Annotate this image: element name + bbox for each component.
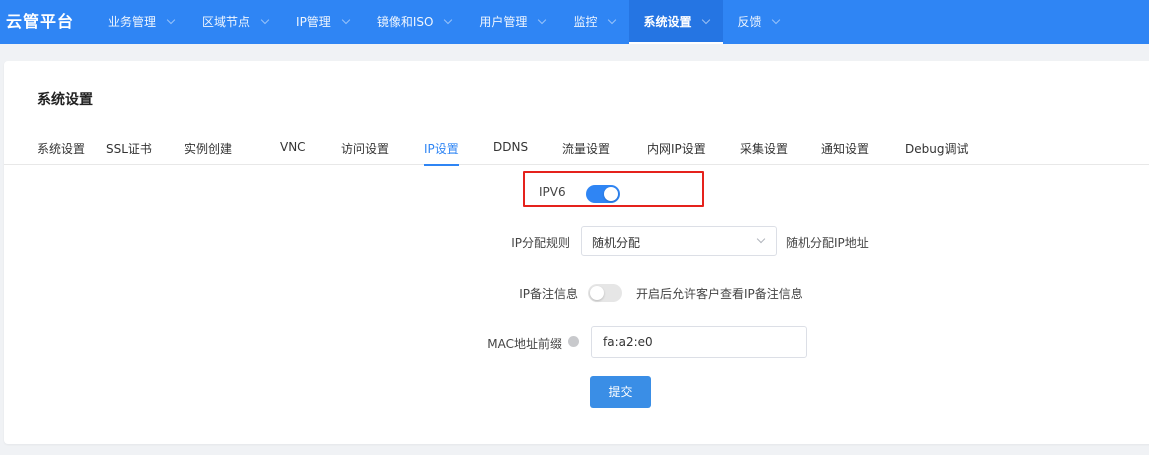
ipv6-label: IPV6 xyxy=(539,185,566,199)
chevron-down-icon xyxy=(608,15,617,25)
mac-prefix-input[interactable]: fa:a2:e0 xyxy=(591,326,807,358)
tab-access-settings[interactable]: 访问设置 xyxy=(341,140,389,165)
ip-remark-toggle[interactable] xyxy=(588,284,622,302)
mac-prefix-value: fa:a2:e0 xyxy=(603,335,653,349)
toggle-knob xyxy=(604,187,618,201)
tab-system-settings[interactable]: 系统设置 xyxy=(37,140,85,165)
chevron-down-icon xyxy=(444,15,453,25)
nav-item-user-management[interactable]: 用户管理 xyxy=(465,0,559,44)
brand-logo[interactable]: 云管平台 xyxy=(0,0,94,44)
ip-remark-hint: 开启后允许客户查看IP备注信息 xyxy=(636,287,803,301)
settings-tabs: 系统设置 SSL证书 实例创建 VNC 访问设置 IP设置 DDNS 流量设置 … xyxy=(4,135,1149,166)
ip-remark-label: IP备注信息 xyxy=(519,287,578,301)
nav-item-label: 用户管理 xyxy=(479,15,528,29)
nav-item-business[interactable]: 业务管理 xyxy=(94,0,188,44)
tab-debug[interactable]: Debug调试 xyxy=(905,140,968,165)
nav-item-images-iso[interactable]: 镜像和ISO xyxy=(363,0,466,44)
ip-rule-select[interactable]: 随机分配 xyxy=(581,226,777,256)
chevron-down-icon xyxy=(166,15,176,25)
tab-notification-settings[interactable]: 通知设置 xyxy=(821,140,869,165)
settings-card: 系统设置 系统设置 SSL证书 实例创建 VNC 访问设置 IP设置 DDNS … xyxy=(4,61,1149,444)
nav-item-label: 区域节点 xyxy=(202,15,251,29)
nav-item-label: 系统设置 xyxy=(643,15,692,29)
tab-vnc[interactable]: VNC xyxy=(280,140,306,165)
chevron-down-icon xyxy=(341,15,351,25)
toggle-knob xyxy=(590,286,604,300)
page-title: 系统设置 xyxy=(37,92,93,108)
nav-item-ip-management[interactable]: IP管理 xyxy=(282,0,363,44)
tab-traffic-settings[interactable]: 流量设置 xyxy=(562,140,610,165)
mac-prefix-label: MAC地址前缀 xyxy=(487,337,562,351)
chevron-down-icon xyxy=(772,15,781,25)
submit-button[interactable]: 提交 xyxy=(590,376,651,408)
nav-item-system-settings[interactable]: 系统设置 xyxy=(629,0,724,44)
top-navbar: 云管平台 业务管理 区域节点 IP管理 镜像和ISO 用户管理 监控 系统设置 … xyxy=(0,0,1149,44)
nav-item-label: IP管理 xyxy=(296,15,331,29)
nav-item-region-nodes[interactable]: 区域节点 xyxy=(188,0,282,44)
info-icon[interactable] xyxy=(568,336,579,347)
chevron-down-icon xyxy=(260,15,270,25)
tab-ddns[interactable]: DDNS xyxy=(493,140,528,165)
chevron-down-icon xyxy=(702,15,711,25)
nav-item-monitoring[interactable]: 监控 xyxy=(559,0,629,44)
chevron-down-icon xyxy=(538,15,547,25)
nav-item-label: 监控 xyxy=(573,15,598,29)
ip-rule-value: 随机分配 xyxy=(592,236,641,250)
ip-rule-label: IP分配规则 xyxy=(511,236,570,250)
tab-instance-creation[interactable]: 实例创建 xyxy=(184,140,232,165)
nav-item-feedback[interactable]: 反馈 xyxy=(723,0,793,44)
ipv6-toggle[interactable] xyxy=(586,185,620,203)
tab-ip-settings[interactable]: IP设置 xyxy=(424,140,459,166)
tab-ssl-certificate[interactable]: SSL证书 xyxy=(106,140,152,165)
tab-intranet-ip-settings[interactable]: 内网IP设置 xyxy=(647,140,706,165)
nav-item-label: 反馈 xyxy=(737,15,762,29)
ip-rule-hint: 随机分配IP地址 xyxy=(786,236,869,250)
tab-collection-settings[interactable]: 采集设置 xyxy=(740,140,788,165)
nav-item-label: 镜像和ISO xyxy=(376,15,434,29)
chevron-down-icon xyxy=(756,234,766,244)
nav-item-label: 业务管理 xyxy=(108,15,157,29)
